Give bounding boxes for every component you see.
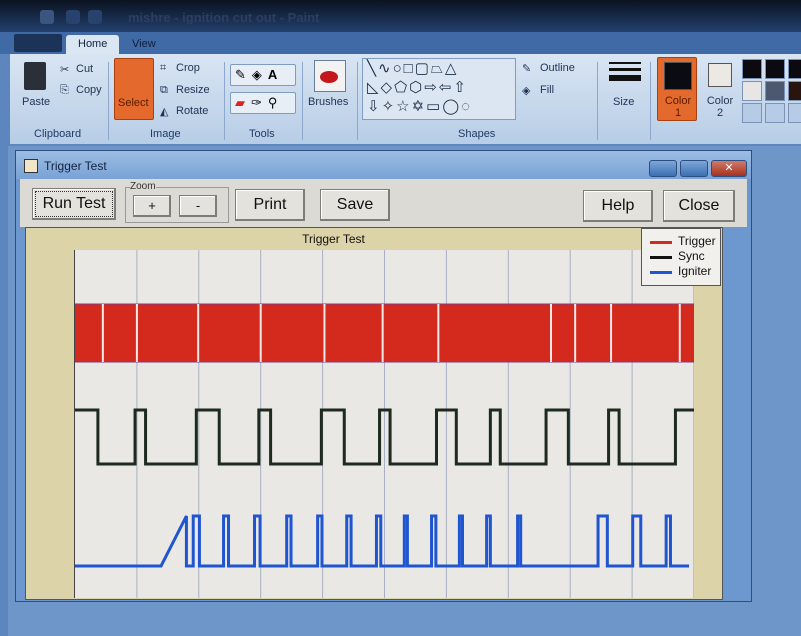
legend-trigger: Trigger — [678, 234, 716, 248]
copy-button[interactable]: Copy — [76, 84, 102, 96]
palette-color[interactable] — [765, 103, 785, 123]
shapes-group-label: Shapes — [458, 128, 496, 140]
signal-chart — [74, 250, 695, 598]
legend-sync: Sync — [678, 249, 705, 263]
maximize-button[interactable] — [680, 160, 708, 177]
window-title: Trigger Test — [44, 159, 107, 173]
close-window-button[interactable]: ✕ — [711, 160, 747, 177]
rotate-icon: ◭ — [160, 106, 169, 118]
app-icon — [24, 159, 38, 173]
minimize-button[interactable] — [649, 160, 677, 177]
window-title-bar: Trigger Test — [16, 151, 751, 179]
divider — [108, 62, 109, 140]
paint-title-bar: mishre - ignition cut out - Paint — [0, 0, 801, 32]
divider — [650, 62, 651, 140]
divider — [597, 62, 598, 140]
color-1-label: Color 1 — [664, 95, 692, 119]
tab-view[interactable]: View — [120, 35, 168, 54]
select-button[interactable]: Select — [114, 58, 154, 120]
tools-row-2: ▰✑⚲ — [230, 92, 296, 114]
crop-button[interactable]: Crop — [176, 62, 200, 74]
print-button[interactable]: Print — [235, 189, 305, 221]
outline-icon: ✎ — [522, 63, 532, 75]
copy-icon: ⎘ — [60, 84, 69, 96]
palette-color[interactable] — [742, 103, 762, 123]
brushes-button[interactable]: Brushes — [308, 96, 348, 108]
rotate-button[interactable]: Rotate — [176, 105, 208, 117]
fill-button[interactable]: Fill — [540, 84, 554, 96]
clipboard-group-label: Clipboard — [34, 128, 82, 140]
palette-color[interactable] — [742, 81, 762, 101]
tab-home[interactable]: Home — [66, 35, 120, 54]
zoom-label: Zoom — [130, 181, 156, 192]
palette-color[interactable] — [788, 81, 801, 101]
chart-panel: Trigger Test Trigger Sync Igniter — [25, 227, 723, 600]
zoom-in-button[interactable]: + — [133, 195, 171, 217]
color-2-label[interactable]: Color 2 — [703, 95, 737, 119]
cut-button[interactable]: Cut — [76, 63, 93, 75]
legend-igniter: Igniter — [678, 264, 712, 278]
palette-color[interactable] — [765, 59, 785, 79]
brushes-icon[interactable] — [314, 60, 346, 92]
plot-area — [74, 250, 695, 598]
divider — [357, 62, 358, 140]
trigger-band — [74, 303, 695, 363]
size-button[interactable]: Size — [613, 96, 634, 108]
outline-button[interactable]: Outline — [540, 62, 575, 74]
color-picker-icon[interactable]: ✑ — [251, 95, 268, 110]
legend: Trigger Sync Igniter — [641, 228, 721, 286]
color-1-swatch — [664, 62, 692, 90]
file-menu-button[interactable] — [14, 34, 62, 52]
fill-bucket-icon[interactable]: ◈ — [252, 67, 268, 82]
paste-button[interactable]: Paste — [22, 96, 50, 108]
divider — [224, 62, 225, 140]
resize-button[interactable]: Resize — [176, 84, 210, 96]
save-button[interactable]: Save — [320, 189, 390, 221]
resize-icon: ⧉ — [160, 84, 168, 96]
size-icon[interactable] — [609, 62, 641, 81]
tools-row-1: ✎◈A — [230, 64, 296, 86]
pencil-icon[interactable]: ✎ — [235, 67, 252, 82]
chart-title: Trigger Test — [302, 232, 365, 246]
crop-icon: ⌗ — [160, 62, 167, 74]
close-button[interactable]: Close — [663, 190, 735, 222]
save-icon[interactable] — [40, 10, 54, 24]
legend-swatch-igniter — [650, 271, 672, 274]
palette-color[interactable] — [742, 59, 762, 79]
undo-icon[interactable] — [66, 10, 80, 24]
legend-swatch-sync — [650, 256, 672, 259]
tools-group-label: Tools — [249, 128, 275, 140]
divider — [302, 62, 303, 140]
select-label: Select — [118, 97, 149, 109]
palette-color[interactable] — [788, 59, 801, 79]
help-button[interactable]: Help — [583, 190, 653, 222]
eraser-icon[interactable]: ▰ — [235, 95, 251, 110]
color-2-swatch[interactable] — [708, 63, 732, 87]
legend-swatch-trigger — [650, 241, 672, 244]
paste-icon[interactable] — [24, 62, 46, 90]
magnifier-icon[interactable]: ⚲ — [268, 95, 284, 110]
zoom-out-button[interactable]: - — [179, 195, 217, 217]
paint-title: mishre - ignition cut out - Paint — [128, 10, 320, 25]
redo-icon[interactable] — [88, 10, 102, 24]
palette-color[interactable] — [765, 81, 785, 101]
cut-icon: ✂ — [60, 64, 70, 76]
igniter-line — [75, 514, 690, 568]
shapes-gallery[interactable]: ╲∿○□▢⏢△ ◺◇⬠⬡⇨⇦⇧ ⇩✧☆✡▭◯◌ — [362, 58, 516, 120]
palette-color[interactable] — [788, 103, 801, 123]
color-1-button[interactable]: Color 1 — [657, 57, 697, 121]
fill-icon: ◈ — [522, 85, 531, 97]
text-icon[interactable]: A — [268, 67, 283, 82]
toolbar: Run Test Zoom + - Print Save Help Close — [20, 179, 747, 227]
run-test-button[interactable]: Run Test — [32, 188, 116, 220]
image-group-label: Image — [150, 128, 181, 140]
trigger-test-window: Trigger Test ✕ Run Test Zoom + - Print S… — [15, 150, 752, 602]
